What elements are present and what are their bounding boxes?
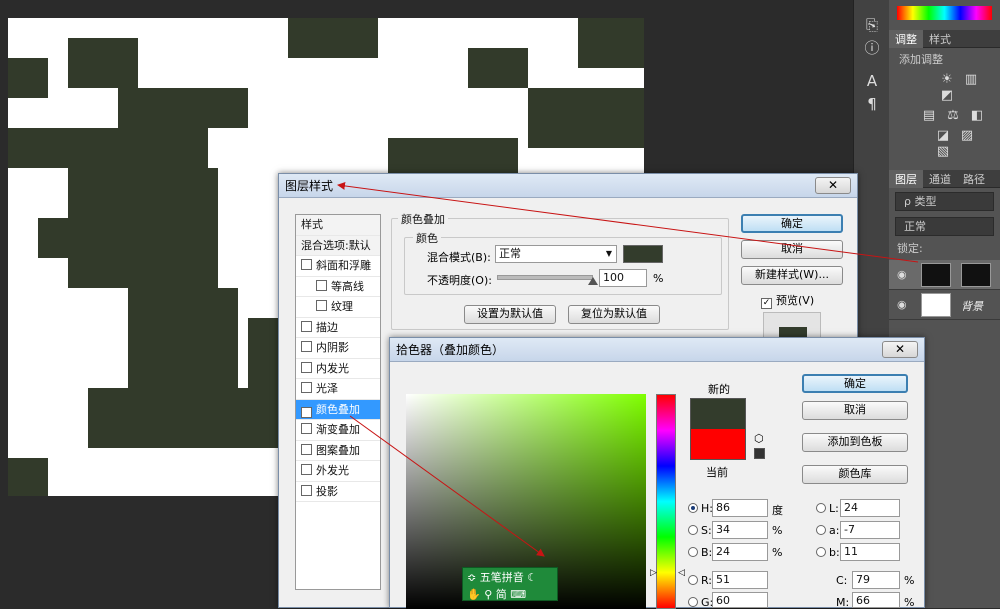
arrow-line — [337, 181, 919, 263]
arrow-line — [349, 415, 545, 557]
annotation-arrows — [337, 181, 919, 557]
